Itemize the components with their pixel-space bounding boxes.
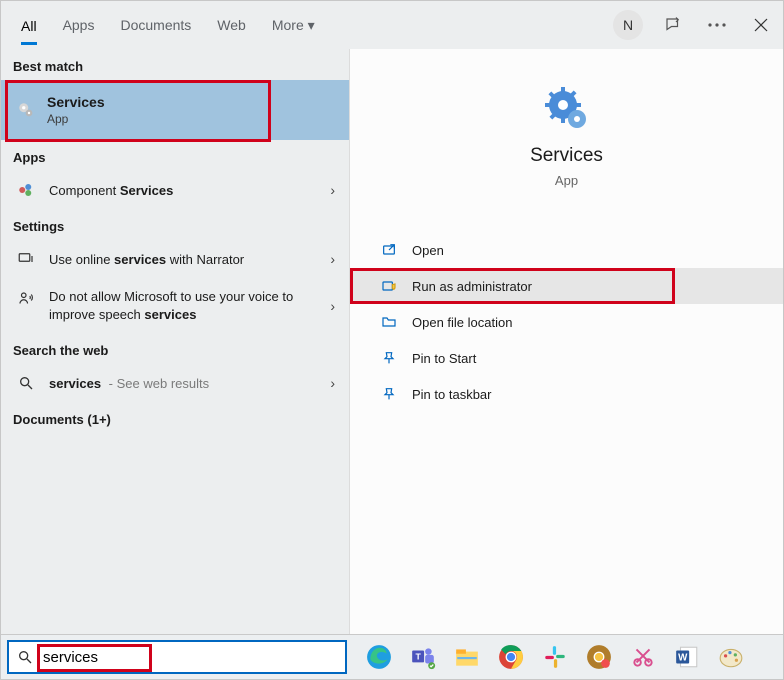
body: Best match Services App Apps Component S… [1, 49, 783, 635]
taskbar-apps: T W [361, 639, 749, 675]
edge-icon[interactable] [361, 639, 397, 675]
action-pin-to-start[interactable]: Pin to Start [350, 340, 783, 376]
slack-icon[interactable] [537, 639, 573, 675]
services-icon [17, 101, 35, 119]
action-open-file-location[interactable]: Open file location [350, 304, 783, 340]
section-apps: Apps [1, 140, 349, 171]
chrome-canary-icon[interactable] [581, 639, 617, 675]
preview-panel: Services App Open Run as administrator O… [349, 49, 783, 635]
admin-shield-icon [380, 278, 398, 294]
taskbar: T W [1, 634, 783, 679]
chevron-right-icon: › [330, 375, 335, 391]
setting-label: Do not allow Microsoft to use your voice… [49, 288, 299, 323]
web-result-label: services - See web results [49, 376, 209, 391]
section-web: Search the web [1, 333, 349, 364]
action-label: Open [412, 243, 444, 258]
teams-icon[interactable]: T [405, 639, 441, 675]
tab-all[interactable]: All [21, 16, 37, 45]
setting-label: Use online services with Narrator [49, 252, 244, 267]
tab-apps[interactable]: Apps [63, 15, 95, 35]
tab-more[interactable]: More ▾ [272, 15, 315, 36]
chrome-icon[interactable] [493, 639, 529, 675]
preview-header: Services App [350, 49, 783, 188]
search-icon [17, 649, 33, 665]
paint-icon[interactable] [713, 639, 749, 675]
action-label: Open file location [412, 315, 512, 330]
action-label: Pin to Start [412, 351, 476, 366]
best-match-subtitle: App [47, 112, 105, 126]
voice-icon [17, 290, 35, 308]
pin-icon [380, 350, 398, 366]
preview-actions: Open Run as administrator Open file loca… [350, 232, 783, 412]
preview-title: Services [350, 145, 783, 167]
header: All Apps Documents Web More ▾ N [1, 1, 783, 49]
narrator-icon [17, 250, 35, 268]
action-open[interactable]: Open [350, 232, 783, 268]
header-right: N [613, 10, 775, 40]
action-run-as-admin[interactable]: Run as administrator [350, 268, 783, 304]
setting-narrator-services[interactable]: Use online services with Narrator › [1, 240, 349, 278]
feedback-icon[interactable] [659, 11, 687, 39]
section-settings: Settings [1, 209, 349, 240]
action-pin-to-taskbar[interactable]: Pin to taskbar [350, 376, 783, 412]
services-icon-large [543, 85, 591, 133]
file-explorer-icon[interactable] [449, 639, 485, 675]
snip-sketch-icon[interactable] [625, 639, 661, 675]
tab-documents[interactable]: Documents [120, 15, 191, 35]
section-documents: Documents (1+) [1, 402, 349, 433]
best-match-title: Services [47, 94, 105, 110]
filter-tabs: All Apps Documents Web More ▾ [21, 5, 315, 45]
open-icon [380, 242, 398, 258]
web-result-services[interactable]: services - See web results › [1, 364, 349, 402]
search-icon [17, 374, 35, 392]
action-label: Run as administrator [412, 279, 532, 294]
avatar[interactable]: N [613, 10, 643, 40]
action-label: Pin to taskbar [412, 387, 492, 402]
svg-text:W: W [678, 652, 688, 663]
highlight-best-match [5, 80, 271, 142]
start-search-window: All Apps Documents Web More ▾ N Best mat… [0, 0, 784, 680]
chevron-right-icon: › [330, 182, 335, 198]
close-icon[interactable] [747, 11, 775, 39]
folder-icon [380, 314, 398, 330]
tab-web[interactable]: Web [217, 15, 246, 35]
setting-speech-services[interactable]: Do not allow Microsoft to use your voice… [1, 278, 349, 333]
results-panel: Best match Services App Apps Component S… [1, 49, 349, 635]
preview-subtitle: App [350, 173, 783, 188]
chevron-right-icon: › [330, 251, 335, 267]
word-icon[interactable]: W [669, 639, 705, 675]
more-options-icon[interactable] [703, 11, 731, 39]
chevron-right-icon: › [330, 298, 335, 314]
section-best-match: Best match [1, 49, 349, 80]
search-input[interactable] [41, 648, 337, 667]
app-result-component-services[interactable]: Component Services › [1, 171, 349, 209]
component-services-icon [17, 181, 35, 199]
best-match-item[interactable]: Services App [1, 80, 349, 140]
pin-icon [380, 386, 398, 402]
svg-text:T: T [415, 652, 421, 662]
app-result-label: Component Services [49, 183, 173, 198]
taskbar-search[interactable] [7, 640, 347, 674]
